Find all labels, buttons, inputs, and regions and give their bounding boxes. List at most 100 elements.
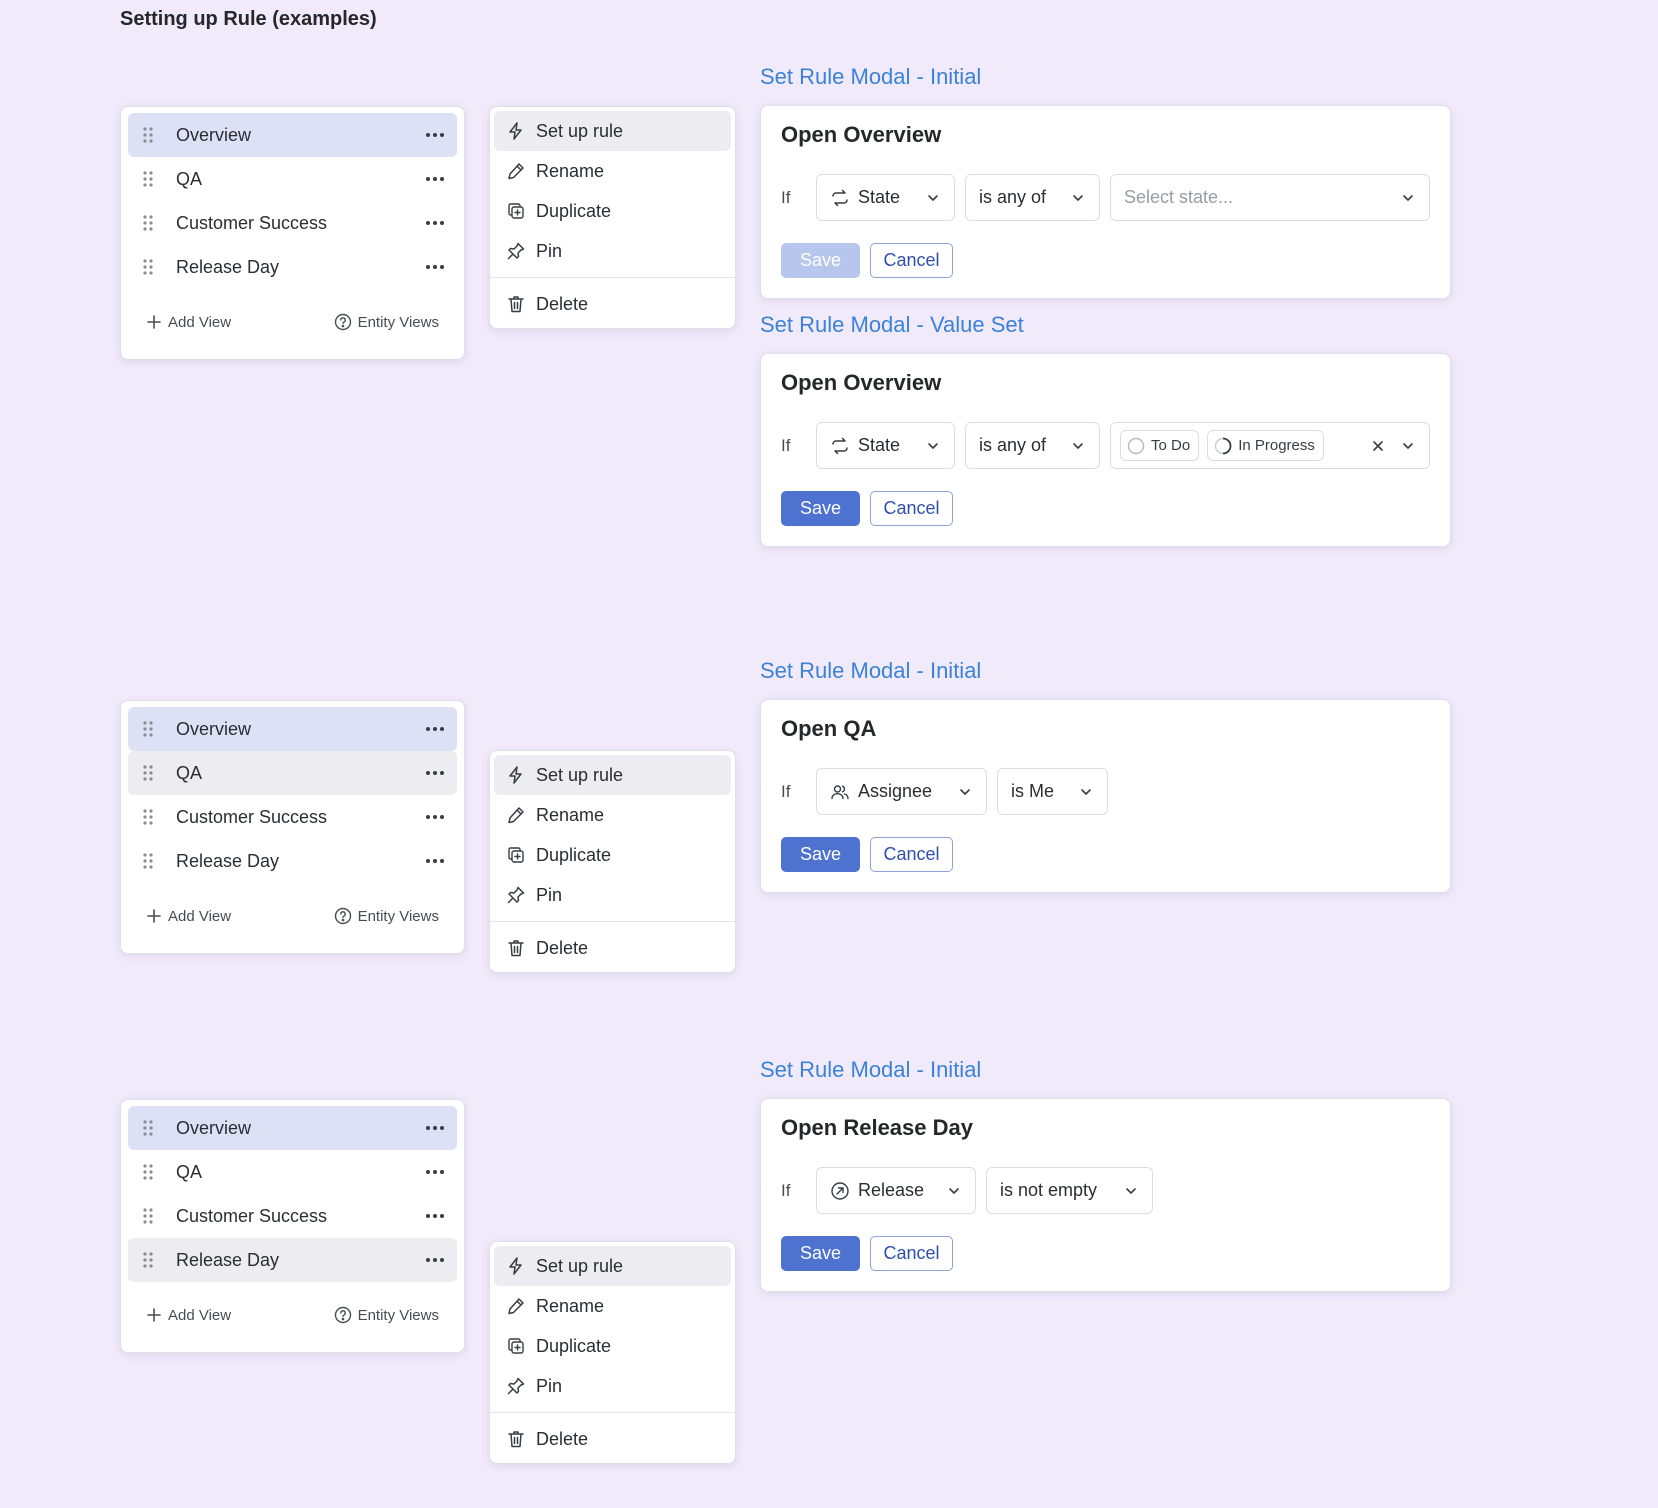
clear-icon[interactable] (1371, 439, 1385, 453)
cancel-button[interactable]: Cancel (870, 491, 953, 526)
view-item-qa[interactable]: QA (128, 751, 457, 795)
value-select[interactable]: Select state... (1110, 174, 1430, 221)
view-item-customer-success[interactable]: Customer Success (128, 201, 457, 245)
view-item-release-day[interactable]: Release Day (128, 839, 457, 883)
menu-item-delete[interactable]: Delete (494, 928, 731, 968)
drag-handle-icon[interactable] (141, 764, 155, 782)
menu-item-rename[interactable]: Rename (494, 795, 731, 835)
view-item-release-day[interactable]: Release Day (128, 1238, 457, 1282)
if-label: If (781, 1180, 791, 1200)
menu-item-pin[interactable]: Pin (494, 231, 731, 271)
drag-handle-icon[interactable] (141, 808, 155, 826)
views-footer: Add View Entity Views (128, 883, 457, 953)
view-item-qa[interactable]: QA (128, 157, 457, 201)
field-select[interactable]: Release (816, 1167, 976, 1214)
entity-views-button[interactable]: Entity Views (334, 1306, 439, 1324)
save-button[interactable]: Save (781, 1236, 860, 1271)
more-options-icon[interactable] (425, 169, 445, 189)
menu-label: Duplicate (536, 200, 612, 221)
add-view-button[interactable]: Add View (146, 314, 231, 331)
more-options-icon[interactable] (425, 763, 445, 783)
view-item-release-day[interactable]: Release Day (128, 245, 457, 289)
operator-select[interactable]: is any of (965, 422, 1100, 469)
save-button[interactable]: Save (781, 837, 860, 872)
cancel-button[interactable]: Cancel (870, 243, 953, 278)
drag-handle-icon[interactable] (141, 1251, 155, 1269)
add-view-button[interactable]: Add View (146, 1307, 231, 1324)
more-options-icon[interactable] (425, 1118, 445, 1138)
more-options-icon[interactable] (425, 1162, 445, 1182)
operator-select[interactable]: is any of (965, 174, 1100, 221)
more-options-icon[interactable] (425, 851, 445, 871)
view-item-overview[interactable]: Overview (128, 113, 457, 157)
view-label: Overview (176, 718, 252, 739)
menu-item-duplicate[interactable]: Duplicate (494, 1326, 731, 1366)
chevron-down-icon (1401, 191, 1415, 205)
more-options-icon[interactable] (425, 719, 445, 739)
chevron-down-icon (926, 191, 940, 205)
drag-handle-icon[interactable] (141, 1163, 155, 1181)
drag-handle-icon[interactable] (141, 170, 155, 188)
view-item-overview[interactable]: Overview (128, 707, 457, 751)
menu-item-rename[interactable]: Rename (494, 151, 731, 191)
field-select[interactable]: Assignee (816, 768, 987, 815)
menu-item-set-up-rule[interactable]: Set up rule (494, 755, 731, 795)
chip-in-progress[interactable]: In Progress (1207, 430, 1324, 461)
save-button[interactable]: Save (781, 243, 860, 278)
entity-views-button[interactable]: Entity Views (334, 907, 439, 925)
operator-select-value: is not empty (1000, 1180, 1098, 1200)
cancel-button[interactable]: Cancel (870, 1236, 953, 1271)
cancel-button[interactable]: Cancel (870, 837, 953, 872)
more-options-icon[interactable] (425, 213, 445, 233)
menu-item-pin[interactable]: Pin (494, 1366, 731, 1406)
menu-item-set-up-rule[interactable]: Set up rule (494, 1246, 731, 1286)
drag-handle-icon[interactable] (141, 1119, 155, 1137)
view-item-overview[interactable]: Overview (128, 1106, 457, 1150)
drag-handle-icon[interactable] (141, 852, 155, 870)
more-options-icon[interactable] (425, 1206, 445, 1226)
drag-handle-icon[interactable] (141, 258, 155, 276)
more-options-icon[interactable] (425, 1250, 445, 1270)
more-options-icon[interactable] (425, 807, 445, 827)
menu-item-duplicate[interactable]: Duplicate (494, 191, 731, 231)
menu-item-pin[interactable]: Pin (494, 875, 731, 915)
value-select[interactable]: To Do In Progress (1110, 422, 1430, 469)
view-item-customer-success[interactable]: Customer Success (128, 1194, 457, 1238)
menu-item-duplicate[interactable]: Duplicate (494, 835, 731, 875)
menu-item-delete[interactable]: Delete (494, 284, 731, 324)
in-progress-circle-icon (1214, 437, 1232, 454)
chip-to-do[interactable]: To Do (1120, 430, 1200, 461)
more-options-icon[interactable] (425, 257, 445, 277)
view-item-customer-success[interactable]: Customer Success (128, 795, 457, 839)
field-select[interactable]: State (816, 174, 955, 221)
operator-select[interactable]: is not empty (986, 1167, 1153, 1214)
save-button[interactable]: Save (781, 491, 860, 526)
chevron-down-icon (1079, 785, 1093, 799)
more-options-icon[interactable] (425, 125, 445, 145)
menu-item-set-up-rule[interactable]: Set up rule (494, 111, 731, 151)
drag-handle-icon[interactable] (141, 720, 155, 738)
field-select-value: State (858, 435, 901, 455)
rule-row: If Release is not empty (781, 1167, 1430, 1214)
operator-select[interactable]: is Me (997, 768, 1108, 815)
field-select[interactable]: State (816, 422, 955, 469)
add-view-button[interactable]: Add View (146, 908, 231, 925)
operator-select-value: is any of (979, 435, 1047, 455)
view-item-qa[interactable]: QA (128, 1150, 457, 1194)
drag-handle-icon[interactable] (141, 126, 155, 144)
rule-row: If Assignee is Me (781, 768, 1430, 815)
menu-label: Pin (536, 1375, 563, 1396)
pin-icon (506, 241, 526, 261)
add-view-label: Add View (168, 907, 232, 925)
menu-item-delete[interactable]: Delete (494, 1419, 731, 1459)
plus-icon (147, 909, 161, 923)
views-footer: Add View Entity Views (128, 1282, 457, 1352)
menu-label: Rename (536, 160, 605, 181)
drag-handle-icon[interactable] (141, 1207, 155, 1225)
chevron-down-icon (947, 1184, 961, 1198)
drag-handle-icon[interactable] (141, 214, 155, 232)
entity-views-button[interactable]: Entity Views (334, 313, 439, 331)
menu-item-rename[interactable]: Rename (494, 1286, 731, 1326)
menu-label: Pin (536, 240, 563, 261)
duplicate-icon (506, 201, 526, 221)
